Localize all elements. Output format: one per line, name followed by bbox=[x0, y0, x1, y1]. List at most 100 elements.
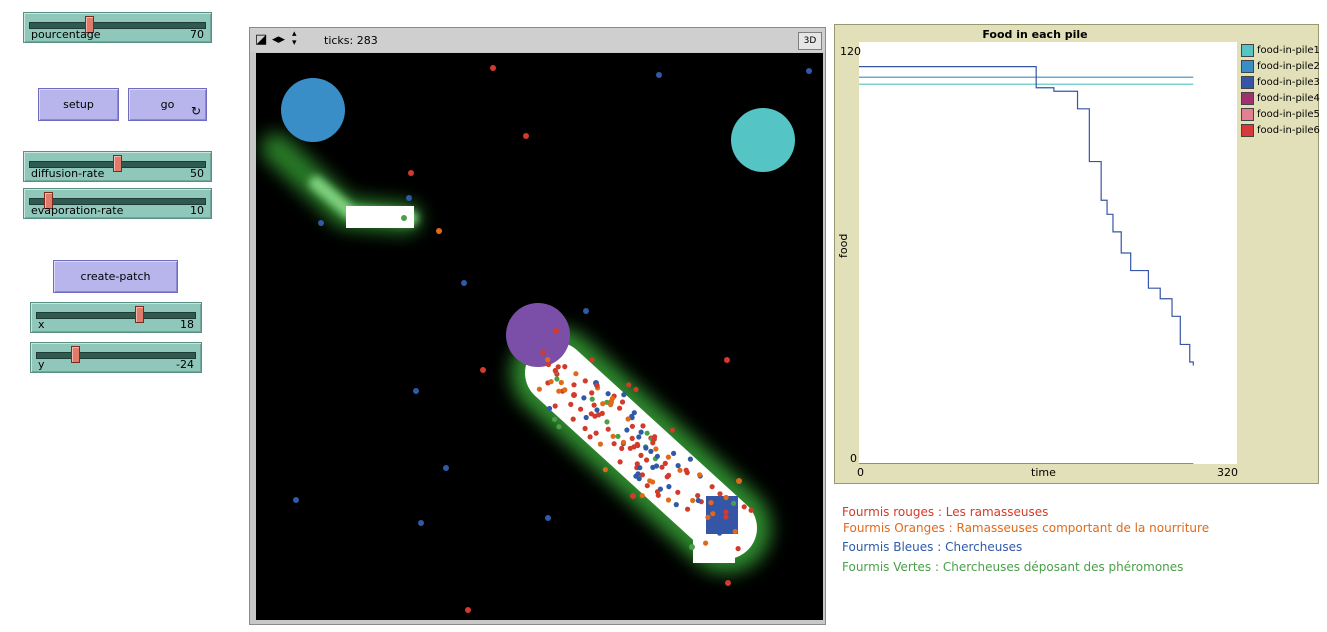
ant bbox=[615, 433, 621, 439]
3d-button[interactable]: 3D bbox=[798, 32, 822, 50]
y-slider[interactable]: y -24 bbox=[30, 342, 202, 373]
y-axis-min: 0 bbox=[850, 452, 857, 465]
ant bbox=[736, 478, 742, 484]
ant bbox=[689, 544, 695, 550]
ant bbox=[640, 423, 646, 429]
view-toolbar: ◪ ◂▸ ▴ ▾ ticks: 283 3D bbox=[250, 28, 825, 52]
pourcentage-slider[interactable]: pourcentage 70 bbox=[23, 12, 212, 43]
ant bbox=[665, 454, 671, 460]
ant bbox=[545, 357, 551, 363]
ant bbox=[401, 215, 407, 221]
slider-label: x bbox=[38, 318, 45, 331]
ant bbox=[636, 476, 642, 482]
x-axis-label: time bbox=[1031, 466, 1056, 479]
ant bbox=[697, 472, 703, 478]
ant bbox=[677, 467, 683, 473]
vertical-resize-icon[interactable]: ▴ ▾ bbox=[292, 30, 297, 48]
slider-thumb[interactable] bbox=[135, 306, 144, 323]
ant bbox=[443, 465, 449, 471]
legend-item: food-in-pile1 bbox=[1241, 42, 1320, 58]
ant bbox=[653, 446, 659, 452]
diffusion-rate-slider[interactable]: diffusion-rate 50 bbox=[23, 151, 212, 182]
ant bbox=[570, 416, 576, 422]
ant bbox=[413, 388, 419, 394]
world-view: ◪ ◂▸ ▴ ▾ ticks: 283 3D bbox=[249, 27, 826, 625]
legend-label: food-in-pile4 bbox=[1257, 92, 1320, 104]
legend-swatch bbox=[1241, 43, 1254, 57]
world-canvas[interactable] bbox=[256, 53, 823, 620]
ant bbox=[604, 419, 610, 425]
ant bbox=[546, 405, 553, 412]
ant bbox=[695, 497, 701, 504]
x-axis-max: 320 bbox=[1217, 466, 1238, 479]
ant bbox=[406, 195, 412, 201]
slider-thumb[interactable] bbox=[113, 155, 122, 172]
legend-label: food-in-pile3 bbox=[1257, 76, 1320, 88]
legend-label: food-in-pile2 bbox=[1257, 60, 1320, 72]
ant bbox=[578, 406, 584, 412]
ant bbox=[644, 457, 650, 463]
ant bbox=[583, 308, 589, 314]
ant bbox=[589, 357, 595, 363]
legend-swatch bbox=[1241, 59, 1254, 73]
ant bbox=[633, 386, 639, 393]
ant bbox=[703, 540, 709, 546]
ant bbox=[571, 382, 577, 388]
legend-swatch bbox=[1241, 107, 1254, 121]
ant bbox=[665, 497, 672, 503]
ant bbox=[653, 463, 660, 469]
ant bbox=[690, 497, 696, 504]
ant bbox=[635, 442, 641, 449]
y-axis-max: 120 bbox=[840, 45, 861, 58]
plot-svg bbox=[859, 66, 1194, 465]
ant bbox=[554, 376, 560, 382]
ant bbox=[637, 465, 643, 471]
ant bbox=[594, 407, 600, 413]
food-plot: Food in each pile 120 0 food 0 time 320 … bbox=[834, 24, 1320, 484]
ant bbox=[558, 379, 564, 386]
create-patch-button[interactable]: create-patch bbox=[53, 260, 178, 293]
ant bbox=[684, 470, 690, 476]
ant bbox=[588, 411, 594, 417]
ant bbox=[591, 402, 597, 408]
ant bbox=[582, 425, 588, 432]
ant bbox=[587, 434, 593, 440]
ant bbox=[806, 68, 812, 74]
ant bbox=[573, 371, 579, 377]
slider-value: -24 bbox=[176, 358, 194, 371]
ant bbox=[581, 395, 587, 401]
evaporation-rate-slider[interactable]: evaporation-rate 10 bbox=[23, 188, 212, 219]
slider-value: 10 bbox=[190, 204, 204, 217]
nest bbox=[506, 303, 570, 367]
ant bbox=[655, 492, 661, 498]
edges-icon[interactable]: ◪ bbox=[255, 33, 267, 46]
ant bbox=[545, 515, 551, 521]
ant bbox=[293, 497, 299, 503]
slider-label: pourcentage bbox=[31, 28, 101, 41]
horizontal-resize-icon[interactable]: ◂▸ bbox=[272, 33, 285, 46]
info-orange-ants: Fourmis Oranges : Ramasseuses comportant… bbox=[843, 521, 1210, 535]
ant bbox=[748, 507, 754, 513]
slider-thumb[interactable] bbox=[71, 346, 80, 363]
slider-track[interactable] bbox=[36, 352, 196, 359]
go-button[interactable]: go ↻ bbox=[128, 88, 207, 121]
ant bbox=[695, 493, 701, 499]
slider-track[interactable] bbox=[36, 312, 196, 319]
ant bbox=[621, 392, 627, 398]
setup-button[interactable]: setup bbox=[38, 88, 119, 121]
ant bbox=[536, 386, 542, 392]
slider-value: 50 bbox=[190, 167, 204, 180]
ant bbox=[639, 493, 645, 499]
ant bbox=[705, 514, 711, 520]
ant bbox=[602, 467, 608, 473]
x-slider[interactable]: x 18 bbox=[30, 302, 202, 333]
ant bbox=[671, 450, 677, 456]
ant bbox=[553, 328, 559, 334]
food-trail-patch bbox=[693, 531, 735, 563]
ant bbox=[552, 416, 558, 422]
ant bbox=[666, 472, 672, 478]
ant bbox=[732, 528, 738, 535]
ant bbox=[597, 441, 603, 447]
ant bbox=[715, 499, 721, 506]
ticks-counter: ticks: 283 bbox=[324, 34, 378, 47]
